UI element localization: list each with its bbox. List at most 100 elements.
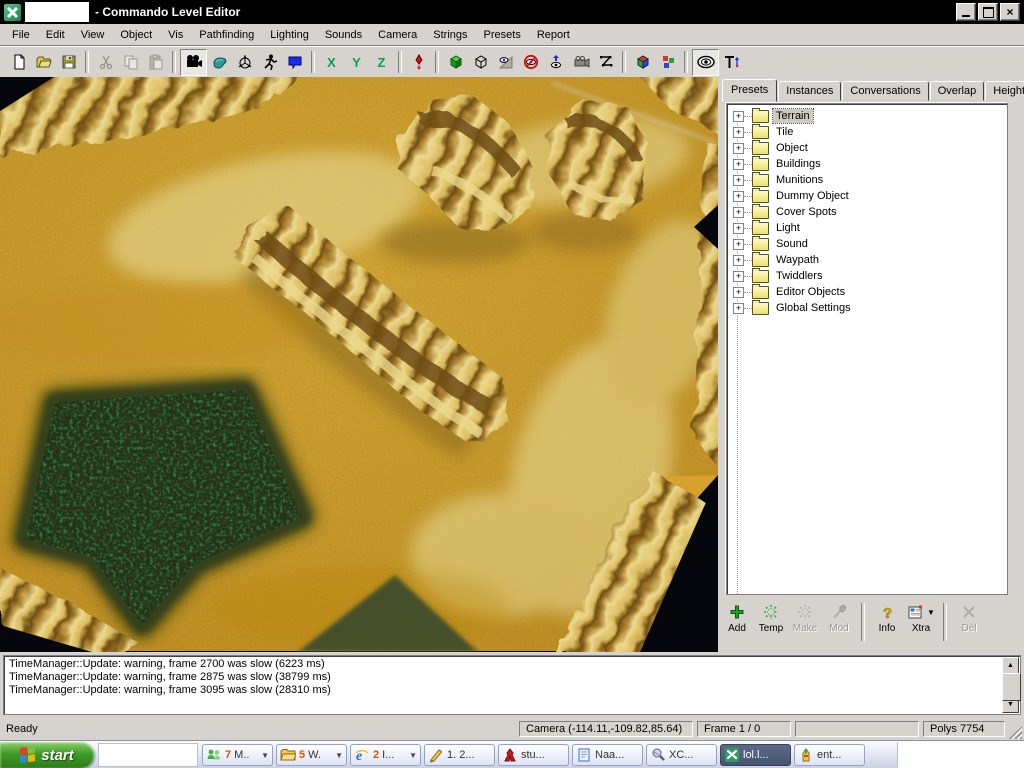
system-tray[interactable] [897, 742, 1024, 768]
tree-item-twiddlers[interactable]: + Twiddlers [729, 268, 1005, 284]
level-3d-viewport[interactable] [0, 77, 718, 652]
taskbar-item-xc[interactable]: XC... [646, 744, 717, 766]
axis-x-button[interactable]: X [319, 50, 344, 75]
taskbar-group-folders[interactable]: 5 W. ▼ [276, 744, 347, 766]
group-dropdown-icon[interactable]: ▼ [261, 751, 269, 760]
axis-y-button[interactable]: Y [344, 50, 369, 75]
scroll-thumb[interactable] [1002, 673, 1021, 701]
tree-item-sound[interactable]: + Sound [729, 236, 1005, 252]
scroll-up-icon[interactable]: ▲ [1002, 657, 1019, 674]
taskbar-item-naa[interactable]: Naa... [572, 744, 643, 766]
close-button[interactable]: × [1000, 3, 1020, 21]
tab-presets[interactable]: Presets [722, 79, 777, 102]
menu-lighting[interactable]: Lighting [262, 26, 317, 44]
tree-item-munitions[interactable]: +Munitions [729, 172, 1005, 188]
tree-item-light[interactable]: + Light [729, 220, 1005, 236]
tree-item-label[interactable]: Cover Spots [773, 205, 840, 219]
select-brush-button[interactable] [207, 50, 232, 75]
camera-view-button[interactable] [180, 49, 207, 76]
tree-item-terrain[interactable]: + Terrain [729, 108, 1005, 124]
tree-item-global-settings[interactable]: + Global Settings [729, 300, 1005, 316]
tree-item-label[interactable]: Global Settings [773, 301, 854, 315]
menu-object[interactable]: Object [112, 26, 160, 44]
menu-edit[interactable]: Edit [38, 26, 73, 44]
expander-icon[interactable]: + [733, 127, 744, 138]
projector-button[interactable] [568, 50, 593, 75]
log-output[interactable]: TimeManager::Update: warning, frame 2700… [3, 655, 1021, 715]
taskbar-item-document[interactable]: 1. 2... [424, 744, 495, 766]
tree-item-label[interactable]: Light [773, 221, 803, 235]
taskbar-item-ent[interactable]: ent... [794, 744, 865, 766]
flag-button[interactable] [282, 50, 307, 75]
resize-grip[interactable] [1009, 726, 1022, 739]
quick-launch-area[interactable] [98, 743, 198, 767]
menu-vis[interactable]: Vis [160, 26, 191, 44]
tree-item-label[interactable]: Twiddlers [773, 269, 825, 283]
tree-item-waypath[interactable]: + Waypath [729, 252, 1005, 268]
tree-item-label[interactable]: Editor Objects [773, 285, 848, 299]
minimize-button[interactable] [956, 3, 976, 21]
expander-icon[interactable]: + [733, 143, 744, 154]
taskbar-item-commando-editor[interactable]: lol.l... [720, 744, 791, 766]
xtra-button[interactable]: ▼ Xtra [904, 599, 938, 634]
expander-icon[interactable]: + [733, 111, 744, 122]
dots-rgb-button[interactable] [655, 50, 680, 75]
tree-item-cover-spots[interactable]: + Cover Spots [729, 204, 1005, 220]
menu-camera[interactable]: Camera [370, 26, 425, 44]
cut-button[interactable] [93, 50, 118, 75]
menu-presets[interactable]: Presets [476, 26, 529, 44]
text-labels-button[interactable] [719, 50, 744, 75]
expander-icon[interactable]: + [733, 303, 744, 314]
tree-item-buildings[interactable]: +Buildings [729, 156, 1005, 172]
vis-raise-button[interactable] [543, 50, 568, 75]
runner-button[interactable] [257, 50, 282, 75]
tree-item-label[interactable]: Terrain [773, 109, 813, 123]
tree-item-label[interactable]: Munitions [773, 173, 826, 187]
expander-icon[interactable]: + [733, 223, 744, 234]
expander-icon[interactable]: + [733, 159, 744, 170]
tab-heightfield[interactable]: Heightfield [985, 81, 1024, 101]
expander-icon[interactable]: + [733, 191, 744, 202]
menu-view[interactable]: View [73, 26, 113, 44]
copy-button[interactable] [118, 50, 143, 75]
expander-icon[interactable]: + [733, 239, 744, 250]
group-dropdown-icon[interactable]: ▼ [335, 751, 343, 760]
menu-sounds[interactable]: Sounds [317, 26, 370, 44]
drop-marker-button[interactable] [406, 50, 431, 75]
vis-off-button[interactable] [518, 50, 543, 75]
expander-icon[interactable]: + [733, 207, 744, 218]
info-button[interactable]: ? Info [870, 599, 904, 634]
tree-item-label[interactable]: Tile [773, 125, 796, 139]
tree-item-label[interactable]: Waypath [773, 253, 822, 267]
tree-item-label[interactable]: Object [773, 141, 811, 155]
axis-gizmo-button[interactable] [232, 50, 257, 75]
open-button[interactable] [31, 50, 56, 75]
expander-icon[interactable]: + [733, 255, 744, 266]
add-button[interactable]: Add [720, 599, 754, 634]
vis-partial-button[interactable] [493, 50, 518, 75]
paste-button[interactable] [143, 50, 168, 75]
save-button[interactable] [56, 50, 81, 75]
temp-button[interactable]: Temp [754, 599, 788, 634]
tree-item-dummy-object[interactable]: + Dummy Object [729, 188, 1005, 204]
titlebar[interactable]: - Commando Level Editor × [0, 0, 1024, 24]
presets-tree[interactable]: +Terrain +Tile +Object +Buildings +Munit… [726, 103, 1008, 595]
taskbar-item-stu[interactable]: stu... [498, 744, 569, 766]
expander-icon[interactable]: + [733, 271, 744, 282]
menu-file[interactable]: File [4, 26, 38, 44]
tab-instances[interactable]: Instances [778, 81, 841, 101]
taskbar-group-messenger[interactable]: 7 M.. ▼ [202, 744, 273, 766]
tree-item-label[interactable]: Sound [773, 237, 811, 251]
tree-item-label[interactable]: Dummy Object [773, 189, 852, 203]
log-scrollbar[interactable]: ▲ ▼ [1002, 657, 1019, 713]
cube-rgb-button[interactable] [630, 50, 655, 75]
polygon-button[interactable] [593, 50, 618, 75]
eye-toggle-button[interactable] [692, 49, 719, 76]
new-button[interactable] [6, 50, 31, 75]
maximize-button[interactable] [978, 3, 998, 21]
expander-icon[interactable]: + [733, 287, 744, 298]
taskbar-group-internet[interactable]: e 2 I... ▼ [350, 744, 421, 766]
cube-wire-button[interactable] [468, 50, 493, 75]
menu-pathfinding[interactable]: Pathfinding [191, 26, 262, 44]
tree-item-object[interactable]: + Object [729, 140, 1005, 156]
